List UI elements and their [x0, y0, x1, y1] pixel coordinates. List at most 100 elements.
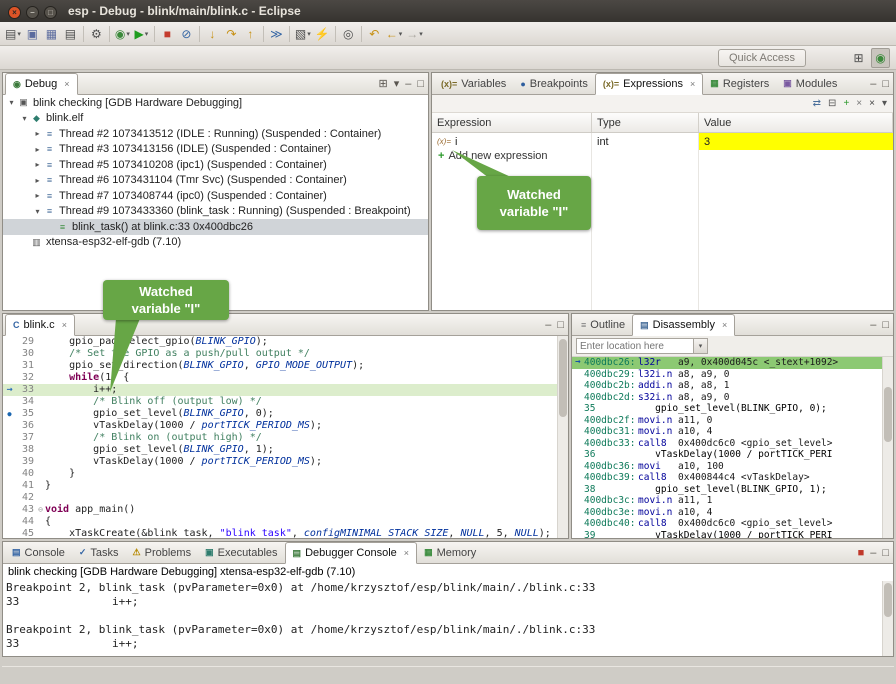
disassembly-content[interactable]: →400dbc26:l32ra9, 0x400d045c <_stext+109… — [572, 357, 882, 538]
tree-collapsed-arrow-icon[interactable]: ▸ — [32, 176, 43, 185]
editor-line[interactable]: 34 /* Blink off (output low) */ — [3, 396, 557, 408]
save-all-icon[interactable]: ▦ — [42, 24, 61, 44]
tree-expanded-arrow-icon[interactable]: ▾ — [19, 114, 30, 123]
editor-line[interactable]: 37 /* Blink on (output high) */ — [3, 432, 557, 444]
tree-expanded-arrow-icon[interactable]: ▾ — [32, 207, 43, 216]
editor-scrollbar[interactable] — [557, 336, 568, 538]
disassembly-line[interactable]: 400dbc39:call80x400844c4 <vTaskDelay> — [572, 472, 882, 484]
maximize-icon[interactable]: □ — [557, 320, 564, 331]
debug-tree-item[interactable]: ▾≡Thread #9 1073433360 (blink_task : Run… — [3, 204, 428, 220]
debug-tree-item[interactable]: ≡blink_task() at blink.c:33 0x400dbc26 — [3, 219, 428, 235]
disassembly-line[interactable]: 400dbc31:movi.na10, 4 — [572, 426, 882, 438]
terminate-icon[interactable]: ■ — [858, 548, 865, 559]
debug-tree-item[interactable]: ▥xtensa-esp32-elf-gdb (7.10) — [3, 235, 428, 251]
debug-tree-item[interactable]: ▸≡Thread #6 1073431104 (Tmr Svc) (Suspen… — [3, 173, 428, 189]
disassembly-line[interactable]: 35 gpio_set_level(BLINK_GPIO, 0); — [572, 403, 882, 415]
disassembly-scrollbar[interactable] — [882, 357, 893, 538]
editor-line[interactable]: →33 i++; — [3, 384, 557, 396]
maximize-icon[interactable]: □ — [882, 320, 889, 331]
back-icon[interactable]: ←▾ — [384, 24, 405, 44]
last-edit-location-icon[interactable]: ↶ — [365, 24, 384, 44]
maximize-icon[interactable]: □ — [417, 79, 424, 90]
remove-all-expressions-icon[interactable]: × — [869, 99, 875, 109]
disassembly-line[interactable]: 38 gpio_set_level(BLINK_GPIO, 1); — [572, 484, 882, 496]
debug-tree-item[interactable]: ▸≡Thread #5 1073410208 (ipc1) (Suspended… — [3, 157, 428, 173]
expressions-tab-expressions[interactable]: (x)=Expressions× — [595, 73, 703, 95]
print-icon[interactable]: ▤ — [61, 24, 80, 44]
show-type-names-icon[interactable]: ⇄ — [813, 99, 821, 109]
view-menu-icon[interactable]: ▾ — [882, 99, 887, 109]
editor-line[interactable]: 31 gpio_set_direction(BLINK_GPIO, GPIO_M… — [3, 360, 557, 372]
step-over-icon[interactable]: ↷ — [222, 24, 241, 44]
debug-tab-debug[interactable]: ◉Debug× — [5, 73, 78, 95]
editor-line[interactable]: 36 vTaskDelay(1000 / portTICK_PERIOD_MS)… — [3, 420, 557, 432]
tree-collapsed-arrow-icon[interactable]: ▸ — [32, 145, 43, 154]
tree-collapsed-arrow-icon[interactable]: ▸ — [32, 129, 43, 138]
search-icon[interactable]: ◎ — [339, 24, 358, 44]
step-into-icon[interactable]: ↓ — [203, 24, 222, 44]
disassembly-line[interactable]: 400dbc2f:movi.na11, 0 — [572, 415, 882, 427]
disassembly-line[interactable]: 400dbc2d:s32i.na8, a9, 0 — [572, 392, 882, 404]
debug-toolbar-menu-icon[interactable]: ⊞ — [378, 79, 387, 90]
column-header-value[interactable]: Value — [699, 113, 893, 132]
column-header-type[interactable]: Type — [592, 113, 699, 132]
expressions-tab-variables[interactable]: (x)=Variables — [434, 73, 513, 94]
forward-icon[interactable]: →▾ — [404, 24, 425, 44]
tree-expanded-arrow-icon[interactable]: ▾ — [6, 98, 17, 107]
disassembly-line[interactable]: 400dbc3c:movi.na11, 1 — [572, 495, 882, 507]
editor-line[interactable]: 42 — [3, 492, 557, 504]
editor-tab-blink-c[interactable]: Cblink.c× — [5, 314, 75, 336]
disassembly-line[interactable]: 400dbc36:movia10, 100 — [572, 461, 882, 473]
view-menu-icon[interactable]: ▾ — [394, 79, 400, 90]
collapse-all-icon[interactable]: ⊟ — [828, 99, 836, 109]
debug-tree-item[interactable]: ▸≡Thread #7 1073408744 (ipc0) (Suspended… — [3, 188, 428, 204]
minimize-icon[interactable]: – — [870, 320, 876, 331]
console-tab-console[interactable]: ▤Console — [5, 542, 72, 563]
close-tab-icon[interactable]: × — [722, 320, 727, 330]
instruction-stepping-icon[interactable]: ≫ — [267, 24, 286, 44]
editor-line[interactable]: 43⊖void app_main() — [3, 504, 557, 516]
minimize-icon[interactable]: – — [870, 79, 876, 90]
console-scrollbar[interactable] — [882, 581, 893, 656]
close-tab-icon[interactable]: × — [64, 79, 69, 89]
editor-line[interactable]: 45 xTaskCreate(&blink_task, "blink_task"… — [3, 528, 557, 538]
console-tab-memory[interactable]: ▦Memory — [417, 542, 483, 563]
close-button[interactable]: × — [8, 6, 21, 19]
disassembly-line[interactable]: 36 vTaskDelay(1000 / portTICK_PERI — [572, 449, 882, 461]
tree-collapsed-arrow-icon[interactable]: ▸ — [32, 191, 43, 200]
disassembly-line[interactable]: 39 vTaskDelay(1000 / portTICK_PERI — [572, 530, 882, 539]
skip-all-breakpoints-icon[interactable]: ⊘ — [177, 24, 196, 44]
save-icon[interactable]: ▣ — [23, 24, 42, 44]
disassembly-line[interactable]: 400dbc29:l32i.na8, a9, 0 — [572, 369, 882, 381]
new-icon[interactable]: ▤▾ — [3, 24, 23, 44]
expressions-tab-breakpoints[interactable]: ●Breakpoints — [513, 73, 595, 94]
editor-content[interactable]: 29 gpio_pad_select_gpio(BLINK_GPIO);30 /… — [3, 336, 557, 538]
editor-line[interactable]: 39 vTaskDelay(1000 / portTICK_PERIOD_MS)… — [3, 456, 557, 468]
console-tab-problems[interactable]: ⚠Problems — [126, 542, 199, 563]
expressions-tab-modules[interactable]: ▣Modules — [776, 73, 844, 94]
close-tab-icon[interactable]: × — [690, 79, 695, 89]
editor-line[interactable]: 32 while(1) { — [3, 372, 557, 384]
open-perspective-icon[interactable]: ⊞ — [849, 48, 868, 68]
debug-tree-item[interactable]: ▾◆blink.elf — [3, 111, 428, 127]
step-return-icon[interactable]: ↑ — [241, 24, 260, 44]
add-expression-icon[interactable]: + — [843, 99, 849, 109]
console-tab-tasks[interactable]: ✓Tasks — [72, 542, 126, 563]
disassembly-line[interactable]: 400dbc40:call80x400dc6c0 <gpio_set_level… — [572, 518, 882, 530]
location-input[interactable] — [576, 338, 694, 354]
disassembly-line[interactable]: 400dbc2b:addi.na8, a8, 1 — [572, 380, 882, 392]
scrollbar-thumb[interactable] — [884, 387, 892, 442]
maximize-button[interactable]: □ — [44, 6, 57, 19]
flash-target-icon[interactable]: ⚡ — [313, 24, 332, 44]
debug-perspective-icon[interactable]: ◉ — [871, 48, 890, 68]
maximize-icon[interactable]: □ — [882, 79, 889, 90]
editor-line[interactable]: ●35 gpio_set_level(BLINK_GPIO, 0); — [3, 408, 557, 420]
scrollbar-thumb[interactable] — [884, 583, 892, 617]
close-tab-icon[interactable]: × — [404, 548, 409, 558]
scrollbar-thumb[interactable] — [559, 339, 567, 417]
stop-icon[interactable]: ■ — [158, 24, 177, 44]
build-icon[interactable]: ⚙ — [87, 24, 106, 44]
minimize-icon[interactable]: – — [545, 320, 551, 331]
expressions-tab-registers[interactable]: ▦Registers — [703, 73, 776, 94]
console-tab-debugger-console[interactable]: ▤Debugger Console× — [285, 542, 418, 564]
